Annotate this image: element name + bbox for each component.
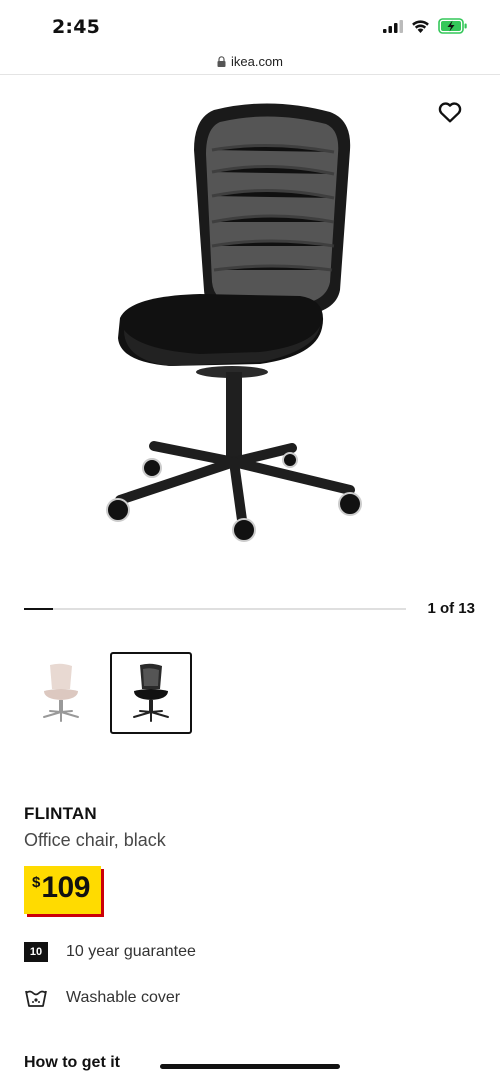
guarantee-icon: 10 [24, 942, 48, 962]
thumbnail-beige-chair[interactable] [20, 652, 102, 734]
lock-icon [217, 55, 226, 67]
address-bar[interactable]: ikea.com [0, 48, 500, 74]
status-icons [383, 18, 468, 34]
feature-washable: Washable cover [24, 988, 180, 1008]
price-currency: $ [32, 874, 41, 891]
how-to-get-it-heading[interactable]: How to get it [24, 1054, 120, 1072]
office-chair-image [106, 103, 362, 542]
carousel-progress [24, 608, 54, 610]
feature-washable-label: Washable cover [66, 989, 181, 1006]
washable-icon [25, 990, 47, 1007]
black-chair-thumbnail-image [133, 663, 169, 722]
product-description: Office chair, black [24, 830, 166, 850]
battery-charging-icon [438, 18, 467, 34]
heart-icon[interactable] [436, 98, 464, 126]
carousel-scrollbar[interactable] [24, 608, 406, 610]
price-value: 109 [41, 871, 90, 904]
image-counter: 1 of 13 [427, 600, 475, 617]
feature-guarantee: 10 10 year guarantee [24, 942, 196, 962]
status-time: 2:45 [52, 16, 101, 38]
thumbnail-black-chair[interactable] [110, 652, 192, 734]
feature-guarantee-label: 10 year guarantee [66, 943, 196, 960]
wifi-icon [412, 20, 429, 33]
url-text: ikea.com [230, 53, 284, 69]
beige-chair-thumbnail-image [43, 663, 79, 722]
home-indicator[interactable] [160, 1064, 340, 1069]
product-name: FLINTAN [24, 804, 97, 823]
cellular-signal-icon [383, 19, 403, 33]
product-image[interactable] [0, 75, 500, 585]
price-tag: $ 109 [24, 866, 101, 914]
status-bar: 2:45 [0, 0, 500, 48]
